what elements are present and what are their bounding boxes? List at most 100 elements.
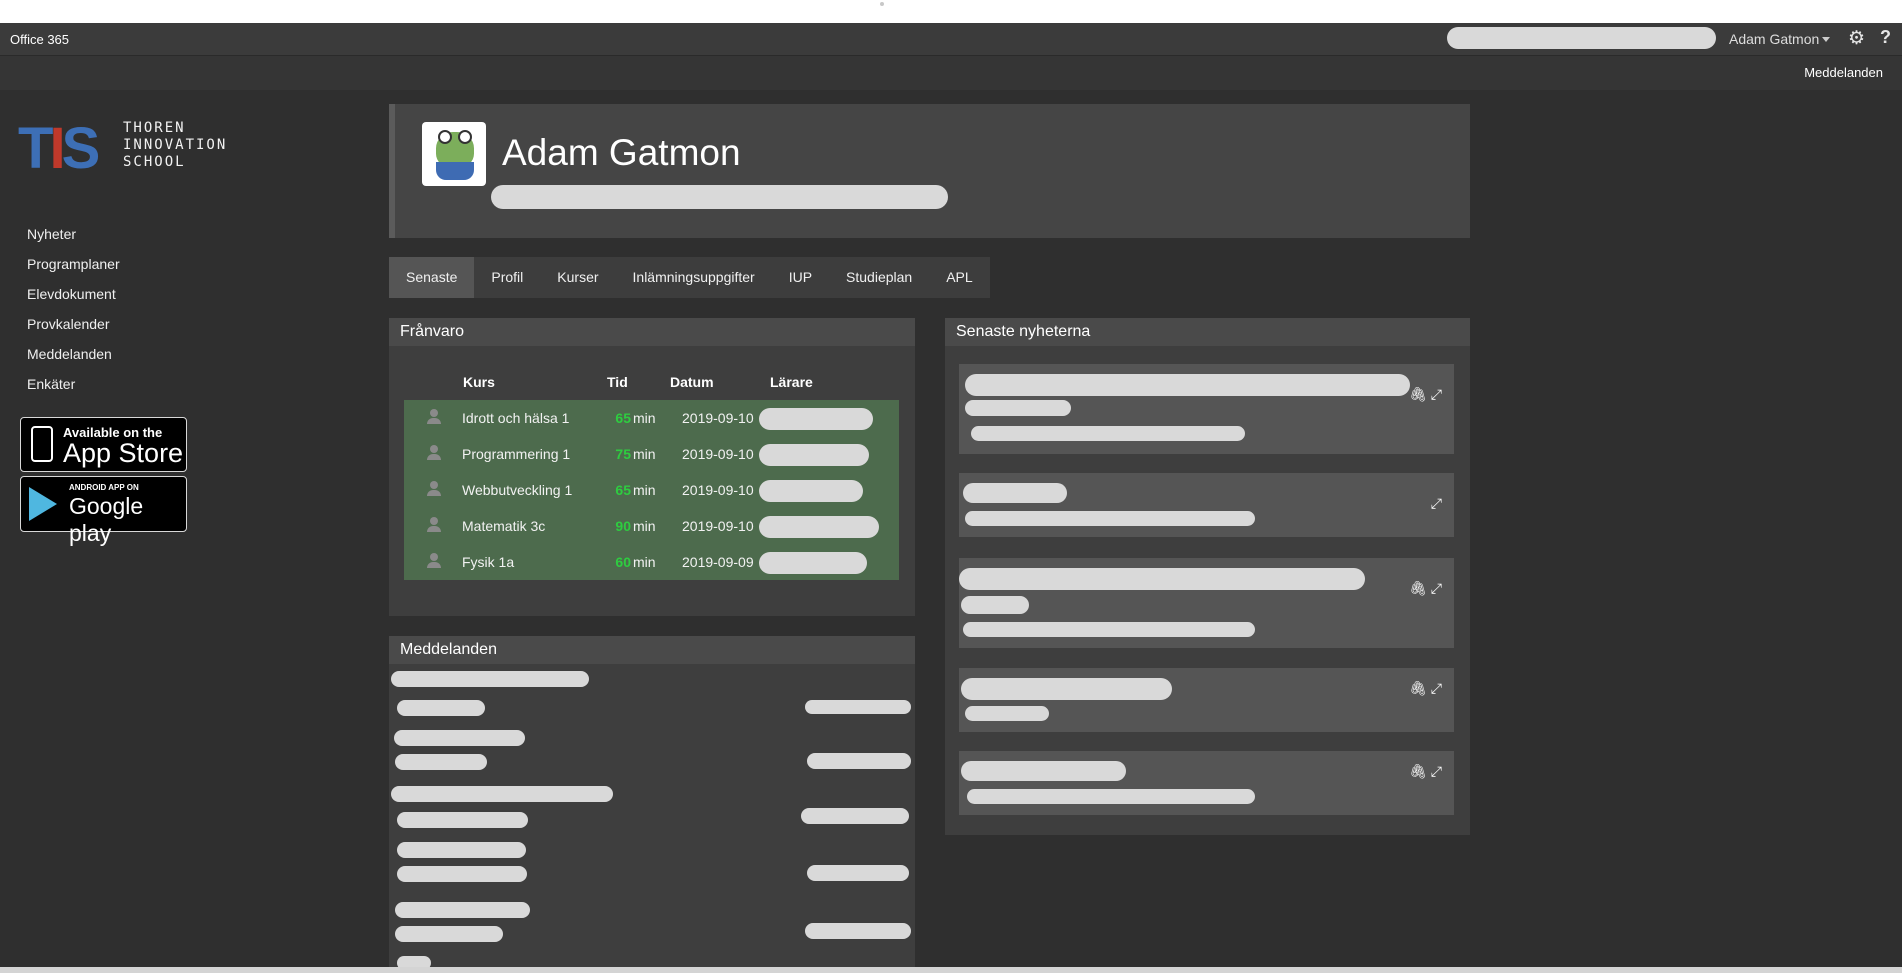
column-header-datum: Datum [670, 374, 714, 390]
news-item[interactable]: 🖇 ⤢ [959, 558, 1454, 648]
news-item-actions: 🖇 ⤢ [1409, 386, 1442, 403]
attachment-icon[interactable]: 🖇 [1409, 680, 1427, 696]
nav-item-enkater[interactable]: Enkäter [27, 372, 120, 402]
redacted-message-subject [397, 866, 527, 882]
play-icon [29, 487, 57, 521]
news-panel: Senaste nyheterna 🖇 ⤢ ⤢ 🖇 ⤢ 🖇 ⤢ 🖇 ⤢ [945, 318, 1470, 835]
table-row[interactable]: Programmering 1 75 min 2019-09-10 [404, 436, 899, 472]
column-header-kurs: Kurs [463, 374, 495, 390]
redacted-news-title [965, 400, 1071, 416]
redacted-message-sender [391, 671, 589, 687]
redacted-message-sender [394, 730, 525, 746]
user-icon [426, 409, 442, 425]
tab-iup[interactable]: IUP [772, 257, 829, 298]
absence-time: 65 [615, 410, 631, 426]
table-row[interactable]: Fysik 1a 60 min 2019-09-09 [404, 544, 899, 580]
messages-title: Meddelanden [389, 636, 915, 664]
tab-profil[interactable]: Profil [474, 257, 540, 298]
attachment-icon[interactable]: 🖇 [1409, 386, 1427, 402]
absence-date: 2019-09-09 [682, 554, 754, 570]
school-name: THOREN INNOVATION SCHOOL [123, 120, 228, 170]
redacted-message-sender [395, 902, 530, 918]
office365-link[interactable]: Office 365 [10, 32, 69, 47]
attachment-icon[interactable]: 🖇 [1409, 580, 1427, 596]
redacted-news-meta [971, 426, 1245, 441]
redacted-message-date [805, 700, 911, 714]
google-play-badge[interactable]: ANDROID APP ON Google play [20, 476, 187, 546]
redacted-teacher [759, 480, 863, 502]
table-row[interactable]: Matematik 3c 90 min 2019-09-10 [404, 508, 899, 544]
column-header-tid: Tid [607, 374, 628, 390]
expand-icon[interactable]: ⤢ [1431, 495, 1442, 511]
redacted-news-title [965, 374, 1410, 396]
redacted-message-subject [397, 700, 485, 716]
tab-inlamningsuppgifter[interactable]: Inlämningsuppgifter [616, 257, 772, 298]
messages-panel: Meddelanden [389, 636, 915, 973]
redacted-news-meta [963, 622, 1255, 637]
absence-date: 2019-09-10 [682, 518, 754, 534]
course-name: Matematik 3c [462, 518, 546, 534]
redacted-message-subject [397, 812, 528, 828]
redacted-message-date [805, 923, 911, 939]
expand-icon[interactable]: ⤢ [1431, 763, 1442, 779]
nav-item-nyheter[interactable]: Nyheter [27, 222, 120, 252]
absence-table: Idrott och hälsa 1 65 min 2019-09-10 Pro… [404, 400, 899, 580]
redacted-news-title [959, 568, 1365, 590]
redacted-message-subject [395, 754, 487, 770]
table-row[interactable]: Webbutveckling 1 65 min 2019-09-10 [404, 472, 899, 508]
messages-link[interactable]: Meddelanden [1804, 65, 1883, 80]
attachment-icon[interactable]: 🖇 [1409, 763, 1427, 779]
redacted-message-sender [397, 842, 526, 858]
sub-bar: Meddelanden [0, 56, 1902, 90]
course-name: Fysik 1a [462, 554, 515, 570]
absence-title: Frånvaro [389, 318, 915, 346]
app-store-line2: App Store [63, 438, 184, 468]
nav-item-provkalender[interactable]: Provkalender [27, 312, 120, 342]
nav-item-meddelanden[interactable]: Meddelanden [27, 342, 120, 372]
gear-icon[interactable]: ⚙ [1848, 27, 1865, 50]
tab-senaste[interactable]: Senaste [389, 257, 475, 298]
avatar [422, 122, 486, 186]
user-icon [426, 481, 442, 497]
redacted-news-meta [965, 511, 1255, 526]
user-icon [426, 553, 442, 569]
redacted-teacher [759, 408, 873, 430]
tab-kurser[interactable]: Kurser [540, 257, 615, 298]
help-icon[interactable]: ? [1880, 27, 1891, 48]
office365-bar: Office 365 Adam Gatmon ⚙ ? [0, 23, 1902, 56]
redacted-teacher [759, 516, 879, 538]
tab-studieplan[interactable]: Studieplan [829, 257, 929, 298]
absence-time: 60 [615, 554, 631, 570]
user-menu[interactable]: Adam Gatmon [1729, 31, 1819, 47]
google-play-line2: Google play [69, 493, 144, 546]
expand-icon[interactable]: ⤢ [1431, 580, 1442, 596]
news-item[interactable]: 🖇 ⤢ [959, 668, 1454, 732]
absence-date: 2019-09-10 [682, 410, 754, 426]
absence-panel: Frånvaro Kurs Tid Datum Lärare Idrott oc… [389, 318, 915, 616]
side-navigation: Nyheter Programplaner Elevdokument Provk… [27, 222, 120, 402]
google-play-line1: ANDROID APP ON [69, 483, 139, 492]
nav-item-elevdokument[interactable]: Elevdokument [27, 282, 120, 312]
table-row[interactable]: Idrott och hälsa 1 65 min 2019-09-10 [404, 400, 899, 436]
redacted-teacher [759, 444, 869, 466]
news-item[interactable]: ⤢ [959, 473, 1454, 537]
news-item[interactable]: 🖇 ⤢ [959, 751, 1454, 815]
absence-time: 75 [615, 446, 631, 462]
window-top-strip [0, 0, 1902, 23]
redacted-message-sender [391, 786, 613, 802]
news-item-actions: 🖇 ⤢ [1409, 763, 1442, 780]
column-header-larare: Lärare [770, 374, 813, 390]
school-logo[interactable]: TIS THOREN INNOVATION SCHOOL [18, 120, 228, 180]
expand-icon[interactable]: ⤢ [1431, 680, 1442, 696]
news-item[interactable]: 🖇 ⤢ [959, 364, 1454, 454]
drag-grip-icon[interactable] [880, 2, 884, 6]
window-bottom-edge [0, 967, 1902, 973]
tab-apl[interactable]: APL [929, 257, 989, 298]
profile-name: Adam Gatmon [502, 132, 741, 173]
tab-bar: Senaste Profil Kurser Inlämningsuppgifte… [389, 257, 990, 298]
user-icon [426, 517, 442, 533]
chevron-down-icon[interactable] [1822, 37, 1830, 42]
expand-icon[interactable]: ⤢ [1431, 386, 1442, 402]
nav-item-programplaner[interactable]: Programplaner [27, 252, 120, 282]
app-store-badge[interactable]: Available on the App Store [20, 417, 187, 472]
